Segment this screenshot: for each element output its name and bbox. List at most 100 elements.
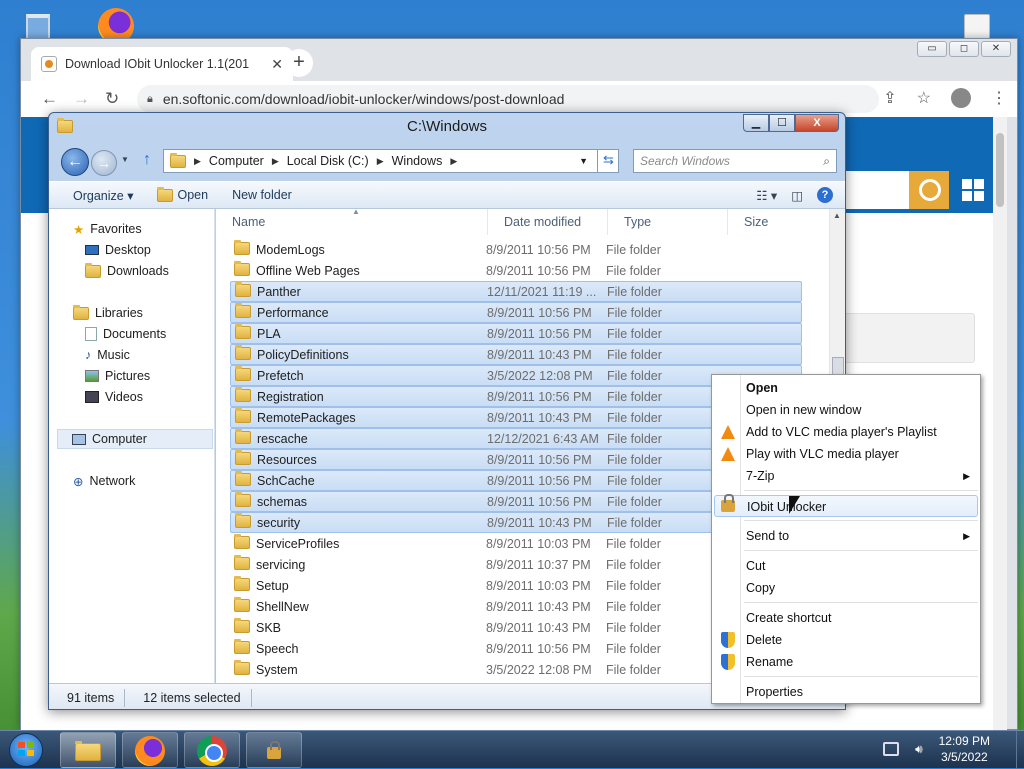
address-dropdown-icon[interactable]: ▼: [579, 156, 588, 166]
folder-icon: [235, 407, 251, 426]
nav-documents[interactable]: Documents: [85, 324, 166, 344]
folder-icon: [234, 239, 250, 258]
menu-copy[interactable]: Copy: [714, 577, 978, 599]
tab-close-icon[interactable]: ✕: [271, 56, 283, 73]
nav-pictures[interactable]: Pictures: [85, 366, 150, 386]
column-size[interactable]: Size: [728, 209, 828, 235]
softonic-favicon-icon: [41, 56, 57, 72]
site-search-button[interactable]: [909, 171, 949, 209]
view-options-icon[interactable]: ☷ ▾: [756, 188, 777, 203]
chevron-right-icon[interactable]: ▶: [194, 156, 201, 167]
iobit-unlocker-icon: [721, 494, 735, 512]
up-arrow-icon[interactable]: ↑: [143, 151, 151, 169]
chevron-right-icon[interactable]: ▶: [377, 156, 384, 167]
menu-label: Copy: [746, 581, 776, 595]
menu-create-shortcut[interactable]: Create shortcut: [714, 607, 978, 629]
menu-vlc-playlist[interactable]: Add to VLC media player's Playlist: [714, 421, 978, 443]
file-row[interactable]: Performance 8/9/2011 10:56 PM File folder: [230, 302, 802, 323]
menu-cut[interactable]: Cut: [714, 555, 978, 577]
profile-avatar[interactable]: [951, 88, 971, 108]
menu-send-to[interactable]: Send to ▶: [714, 525, 978, 547]
breadcrumb-local-disk[interactable]: Local Disk (C:): [287, 154, 369, 168]
command-bar: Organize ▾ Open New folder ☷ ▾ ◫ ?: [49, 181, 845, 209]
chevron-right-icon[interactable]: ▶: [450, 156, 457, 167]
organize-button[interactable]: Organize ▾: [73, 188, 133, 203]
chrome-maximize-button[interactable]: ◻: [949, 41, 979, 57]
explorer-close-button[interactable]: X: [795, 114, 839, 132]
forward-arrow-icon[interactable]: →: [73, 89, 90, 109]
scroll-up-icon[interactable]: ▲: [833, 211, 841, 220]
new-tab-button[interactable]: +: [285, 49, 313, 77]
nav-network[interactable]: ⊕ Network: [73, 471, 135, 491]
explorer-address-bar[interactable]: ▶ Computer ▶ Local Disk (C:) ▶ Windows ▶…: [163, 149, 619, 173]
chrome-minimize-button[interactable]: ▭: [917, 41, 947, 57]
menu-kebab-icon[interactable]: ⋮: [991, 88, 1007, 108]
browser-tab[interactable]: Download IObit Unlocker 1.1(201 ✕: [31, 47, 293, 81]
file-type: File folder: [607, 284, 662, 299]
back-arrow-icon[interactable]: ←: [41, 89, 58, 109]
column-type[interactable]: Type: [608, 209, 728, 235]
menu-iobit-unlocker[interactable]: IObit Unlocker: [714, 494, 978, 517]
forward-button[interactable]: →: [91, 150, 117, 176]
breadcrumb-windows[interactable]: Windows: [392, 154, 443, 168]
menu-properties[interactable]: Properties: [714, 681, 978, 703]
preview-pane-icon[interactable]: ◫: [791, 188, 803, 203]
back-button[interactable]: ←: [61, 148, 89, 176]
taskbar-iobit-unlocker[interactable]: [246, 732, 302, 768]
taskbar-explorer[interactable]: [60, 732, 116, 768]
lock-icon: 🔒︎: [147, 92, 153, 105]
show-desktop-button[interactable]: [1016, 731, 1024, 769]
file-row[interactable]: Offline Web Pages 8/9/2011 10:56 PM File f…: [230, 260, 802, 281]
volume-icon[interactable]: 🔊︎: [915, 742, 923, 757]
page-scrollbar[interactable]: [993, 117, 1007, 730]
menu-open[interactable]: Open: [714, 377, 978, 399]
menu-vlc-play[interactable]: Play with VLC media player: [714, 443, 978, 465]
nav-videos[interactable]: Videos: [85, 387, 143, 407]
column-date-modified[interactable]: Date modified: [488, 209, 608, 235]
reload-icon[interactable]: ↻: [105, 89, 119, 109]
refresh-button[interactable]: ⇆: [597, 149, 619, 173]
nav-desktop[interactable]: Desktop: [85, 240, 151, 260]
videos-icon: [85, 391, 99, 403]
taskbar-chrome[interactable]: [184, 732, 240, 768]
clock[interactable]: 12:09 PM 3/5/2022: [939, 733, 990, 765]
nav-downloads[interactable]: Downloads: [85, 261, 169, 281]
search-icon[interactable]: ⌕: [823, 150, 830, 172]
network-tray-icon[interactable]: [883, 742, 900, 756]
menu-label: Create shortcut: [746, 611, 832, 625]
file-row[interactable]: Panther 12/11/2021 11:19 ... File folder: [230, 281, 802, 302]
new-folder-button[interactable]: New folder: [232, 188, 292, 202]
recent-pages-dropdown-icon[interactable]: ▼: [121, 155, 129, 164]
open-button[interactable]: Open: [157, 186, 208, 202]
start-button[interactable]: [4, 731, 46, 769]
menu-delete[interactable]: Delete: [714, 629, 978, 651]
file-name: System: [256, 662, 298, 677]
file-row[interactable]: PLA 8/9/2011 10:56 PM File folder: [230, 323, 802, 344]
nav-label: Downloads: [107, 264, 169, 278]
file-row[interactable]: ModemLogs 8/9/2011 10:56 PM File folder: [230, 239, 802, 260]
file-row[interactable]: PolicyDefinitions 8/9/2011 10:43 PM File f…: [230, 344, 802, 365]
explorer-minimize-button[interactable]: ▁: [743, 114, 769, 132]
chevron-right-icon[interactable]: ▶: [272, 156, 279, 167]
chrome-close-button[interactable]: ✕: [981, 41, 1011, 57]
help-icon[interactable]: ?: [817, 187, 833, 203]
windows-logo-icon[interactable]: [953, 171, 993, 209]
explorer-maximize-button[interactable]: ☐: [769, 114, 795, 132]
bookmark-star-icon[interactable]: ☆: [917, 88, 931, 108]
menu-open-new-window[interactable]: Open in new window: [714, 399, 978, 421]
nav-libraries[interactable]: Libraries: [73, 303, 143, 323]
nav-music[interactable]: ♪ Music: [85, 345, 130, 365]
folder-icon: [234, 575, 250, 594]
menu-rename[interactable]: Rename: [714, 651, 978, 673]
share-icon[interactable]: ⇪: [883, 88, 896, 108]
menu-7zip[interactable]: 7-Zip ▶: [714, 465, 978, 487]
nav-favorites[interactable]: ★ Favorites: [73, 219, 142, 239]
explorer-search-input[interactable]: Search Windows ⌕: [633, 149, 837, 173]
address-bar[interactable]: 🔒︎ en.softonic.com/download/iobit-unlock…: [137, 85, 879, 113]
taskbar-firefox[interactable]: [122, 732, 178, 768]
breadcrumb-computer[interactable]: Computer: [209, 154, 264, 168]
nav-computer[interactable]: Computer: [57, 429, 213, 449]
vlc-icon: [721, 447, 735, 461]
folder-icon: [235, 386, 251, 405]
scroll-thumb[interactable]: [832, 357, 844, 375]
